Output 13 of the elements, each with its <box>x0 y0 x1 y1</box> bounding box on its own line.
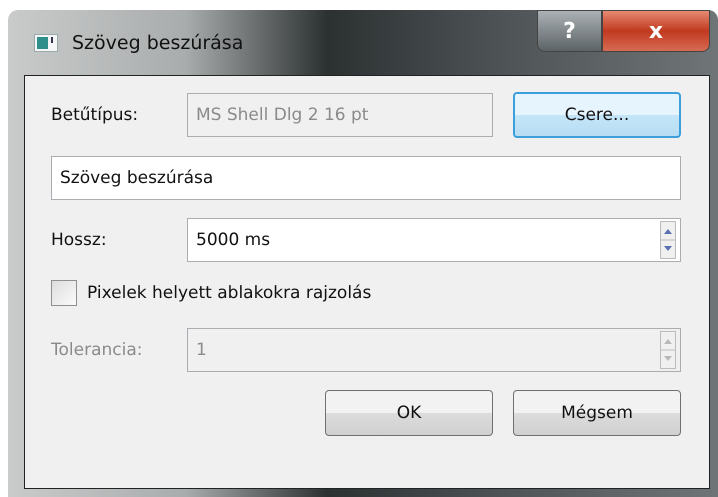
text-input-field[interactable]: Szöveg beszúrása <box>51 156 681 200</box>
window-app-icon <box>34 34 58 52</box>
close-button[interactable]: x <box>602 10 710 52</box>
font-label: Betűtípus: <box>51 105 140 125</box>
checkbox-label: Pixelek helyett ablakokra rajzolás <box>87 283 372 303</box>
spin-arrows-icon[interactable] <box>660 221 676 259</box>
dialog-button[interactable]: Mégsem <box>513 390 681 436</box>
checkbox[interactable] <box>51 280 77 306</box>
length-spinbox[interactable]: 5000 ms <box>187 218 681 262</box>
window-title: Szöveg beszúrása <box>72 32 244 54</box>
tolerance-label: Tolerancia: <box>51 340 144 360</box>
length-label: Hossz: <box>51 230 108 250</box>
dialog-button[interactable]: OK <box>325 390 493 436</box>
